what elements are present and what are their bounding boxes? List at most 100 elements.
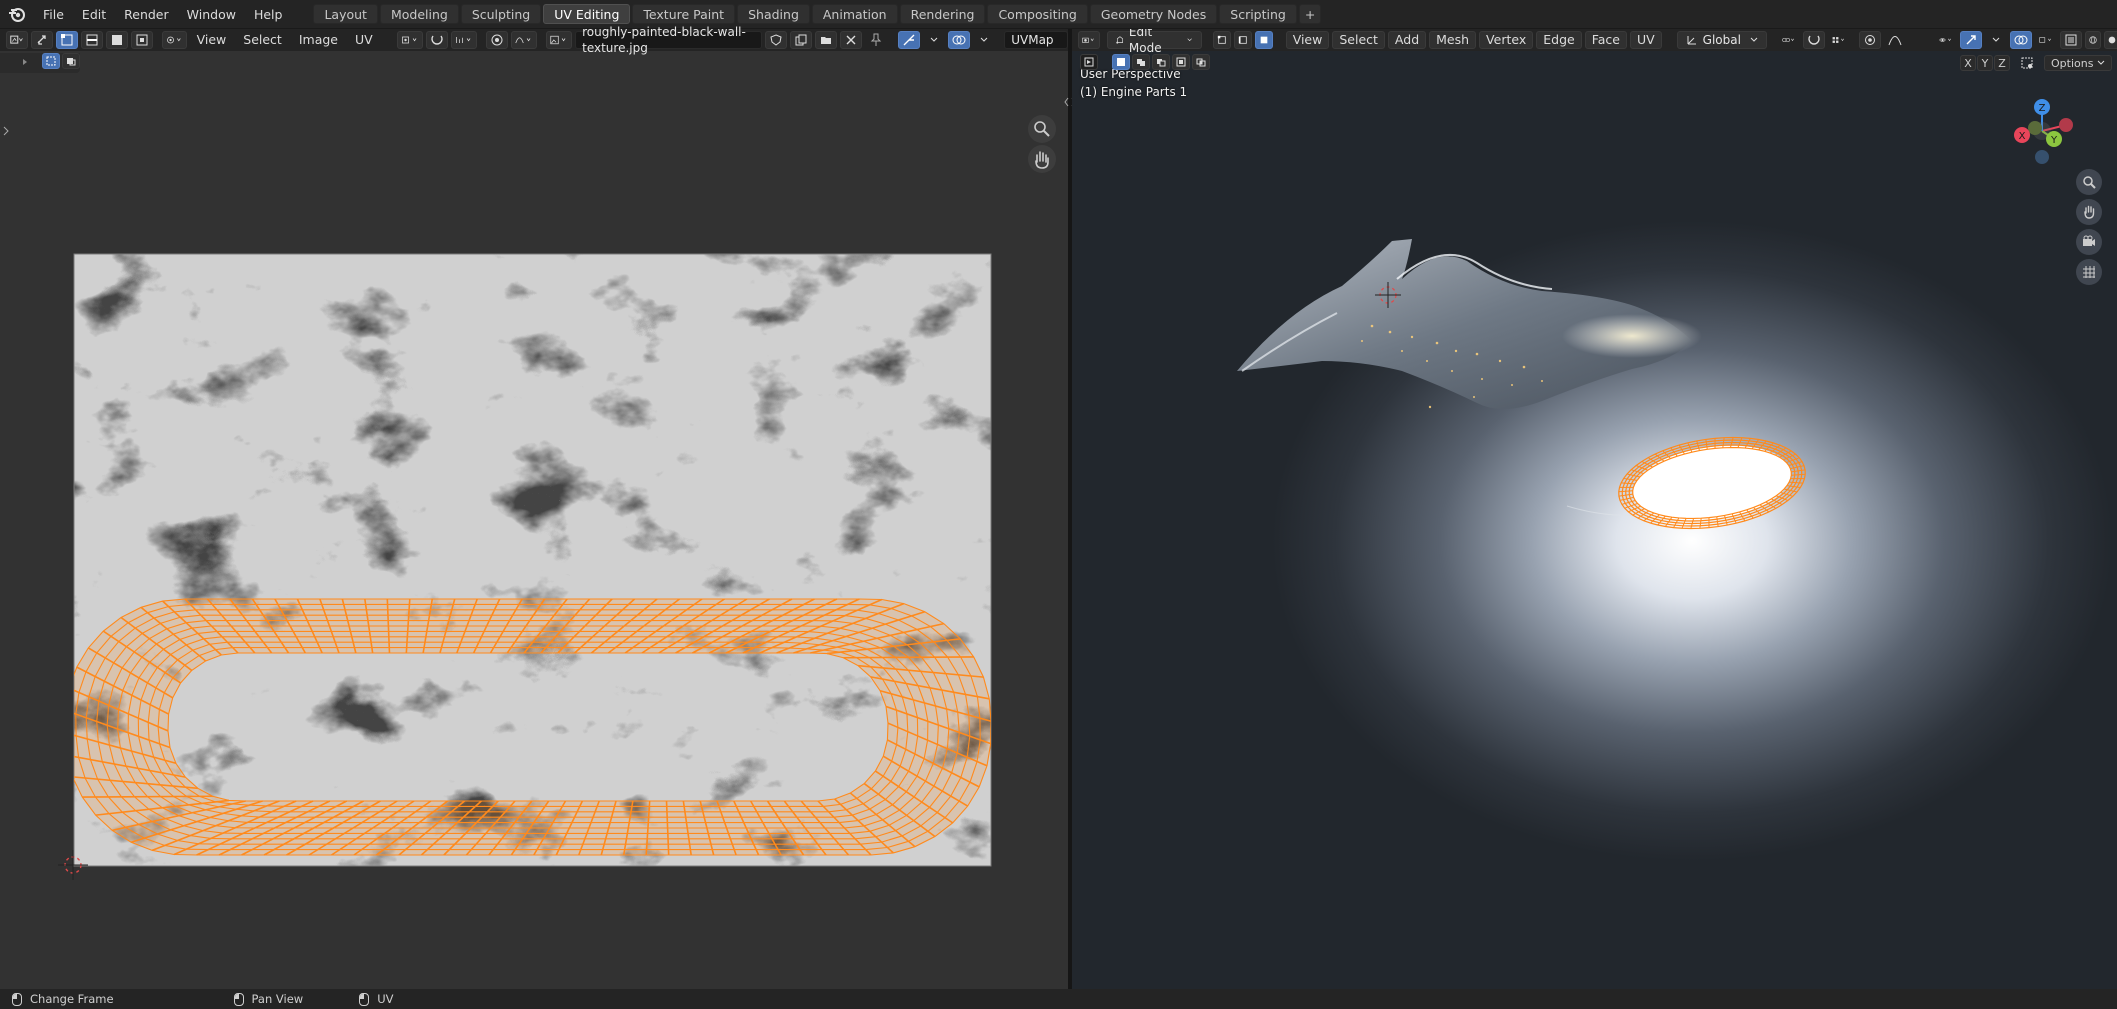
navigation-gizmo[interactable]: X Y Z: [2002, 91, 2082, 171]
tab-sculpting[interactable]: Sculpting: [460, 4, 542, 24]
falloff-3d-icon[interactable]: [1884, 31, 1906, 49]
tab-modeling[interactable]: Modeling: [379, 4, 459, 24]
pan-view-hand-icon[interactable]: [1028, 145, 1056, 173]
menu-edit[interactable]: Edit: [73, 0, 115, 29]
gizmo-dropdown-icon[interactable]: [923, 31, 945, 49]
viewport-menu-mesh[interactable]: Mesh: [1429, 31, 1477, 49]
select-extend-icon[interactable]: [1132, 54, 1150, 70]
island-select-mode-icon[interactable]: [131, 31, 153, 49]
tab-shading[interactable]: Shading: [737, 4, 810, 24]
gizmo-neg-y-icon[interactable]: [2028, 121, 2042, 135]
viewport-editor-type-icon[interactable]: [1078, 31, 1100, 49]
pivot-3d-icon[interactable]: [1778, 31, 1800, 49]
uv-image-canvas[interactable]: [0, 73, 1068, 989]
gizmo-toggle-icon[interactable]: [898, 31, 921, 49]
mesh-overlays-icon[interactable]: [2035, 31, 2057, 49]
tab-animation[interactable]: Animation: [811, 4, 898, 24]
proportional-editing-icon[interactable]: [485, 31, 508, 49]
menu-window[interactable]: Window: [178, 0, 245, 29]
sticky-selection-icon[interactable]: [162, 31, 187, 49]
interaction-mode-selector[interactable]: Edit Mode: [1107, 29, 1202, 55]
viewport-menu-add[interactable]: Add: [1387, 31, 1427, 49]
tab-scripting[interactable]: Scripting: [1219, 4, 1297, 24]
gizmo-neg-z-icon[interactable]: [2035, 150, 2049, 164]
expand-arrow-icon[interactable]: [20, 57, 30, 67]
vertex-select-mode-icon[interactable]: [56, 31, 78, 49]
camera-view-icon[interactable]: [2076, 229, 2102, 255]
pivot-point-icon[interactable]: [396, 31, 423, 49]
image-name-field[interactable]: roughly-painted-black-wall-texture.jpg: [575, 25, 763, 55]
viewport-menu-select[interactable]: Select: [1332, 31, 1385, 49]
mirror-x-button[interactable]: X: [1960, 55, 1976, 71]
snap-icon[interactable]: [425, 31, 448, 49]
viewport-overlays-icon[interactable]: [2009, 31, 2032, 49]
sidebar-toggle-arrow-icon[interactable]: [3, 126, 9, 136]
select-box-tool-icon[interactable]: [42, 53, 60, 69]
image-browse-icon[interactable]: [546, 31, 573, 49]
mirror-z-button[interactable]: Z: [1994, 55, 2010, 71]
viewport-pan-hand-icon[interactable]: [2076, 199, 2102, 225]
snap-3d-icon[interactable]: [1802, 31, 1825, 49]
tab-uv-editing[interactable]: UV Editing: [543, 4, 631, 24]
viewport-menu-vertex[interactable]: Vertex: [1479, 31, 1534, 49]
zoom-view-icon[interactable]: [1028, 115, 1056, 143]
tab-rendering[interactable]: Rendering: [899, 4, 986, 24]
viewport-menu-view[interactable]: View: [1285, 31, 1330, 49]
visibility-eye-icon[interactable]: [1935, 31, 1957, 49]
tab-compositing[interactable]: Compositing: [987, 4, 1088, 24]
tool-settings-arrow-icon[interactable]: [1080, 54, 1098, 70]
uv-menu-view[interactable]: View: [190, 29, 234, 51]
open-image-folder-icon[interactable]: [815, 31, 838, 49]
shading-wireframe-icon[interactable]: [2084, 31, 2101, 49]
viewport-menu-uv[interactable]: UV: [1629, 31, 1662, 49]
viewport-gizmo-toggle-icon[interactable]: [1959, 31, 1982, 49]
overlays-toggle-icon[interactable]: [948, 31, 971, 49]
menu-render[interactable]: Render: [115, 0, 178, 29]
mirror-y-button[interactable]: Y: [1977, 55, 1993, 71]
shading-solid-icon[interactable]: [2103, 31, 2117, 49]
face-select-mode-icon[interactable]: [106, 31, 128, 49]
selected-ring-mesh[interactable]: [1618, 436, 1806, 530]
uvmap-selector[interactable]: UVMap: [1004, 31, 1069, 49]
proportional-falloff-icon[interactable]: [510, 31, 538, 49]
select-intersect-icon[interactable]: [1192, 54, 1210, 70]
proportional-3d-icon[interactable]: [1858, 31, 1881, 49]
viewport-menu-edge[interactable]: Edge: [1536, 31, 1582, 49]
sync-selection-icon[interactable]: [31, 31, 53, 49]
xray-toggle-icon[interactable]: [2059, 31, 2082, 49]
menu-file[interactable]: File: [34, 0, 73, 29]
menu-help[interactable]: Help: [245, 0, 292, 29]
select-mode-extend-icon[interactable]: [62, 53, 80, 69]
face-select-3d-icon[interactable]: [1254, 31, 1273, 49]
pin-icon[interactable]: [865, 31, 887, 49]
tab-layout[interactable]: Layout: [313, 4, 378, 24]
blender-logo-icon[interactable]: [6, 3, 28, 25]
edge-select-3d-icon[interactable]: [1233, 31, 1252, 49]
uv-menu-select[interactable]: Select: [236, 29, 289, 51]
viewport-zoom-icon[interactable]: [2076, 169, 2102, 195]
viewport-canvas[interactable]: User Perspective (1) Engine Parts 1: [1072, 51, 2117, 989]
transform-orientation-selector[interactable]: Global: [1676, 31, 1767, 49]
viewport-menu-face[interactable]: Face: [1584, 31, 1627, 49]
add-workspace-button[interactable]: +: [1298, 4, 1322, 24]
select-subtract-icon[interactable]: [1152, 54, 1170, 70]
ortho-grid-icon[interactable]: [2076, 259, 2102, 285]
snap-increment-icon[interactable]: [1828, 31, 1850, 49]
snap-target-icon[interactable]: [450, 31, 477, 49]
tab-geometry-nodes[interactable]: Geometry Nodes: [1089, 4, 1218, 24]
vertex-select-3d-icon[interactable]: [1212, 31, 1231, 49]
uv-menu-uv[interactable]: UV: [348, 29, 380, 51]
viewport-gizmo-dropdown-icon[interactable]: [1985, 31, 2007, 49]
select-invert-icon[interactable]: [1172, 54, 1190, 70]
select-new-icon[interactable]: [1112, 54, 1130, 70]
tab-texture-paint[interactable]: Texture Paint: [632, 4, 736, 24]
overlays-dropdown-icon[interactable]: [973, 31, 995, 49]
auto-merge-icon[interactable]: [2017, 55, 2037, 71]
fake-user-shield-icon[interactable]: [765, 31, 788, 49]
uv-menu-image[interactable]: Image: [292, 29, 345, 51]
editor-type-button[interactable]: [6, 31, 28, 49]
edge-select-mode-icon[interactable]: [81, 31, 103, 49]
options-dropdown[interactable]: Options: [2044, 55, 2113, 71]
duplicate-image-icon[interactable]: [790, 31, 813, 49]
gizmo-neg-x-icon[interactable]: [2059, 118, 2073, 132]
